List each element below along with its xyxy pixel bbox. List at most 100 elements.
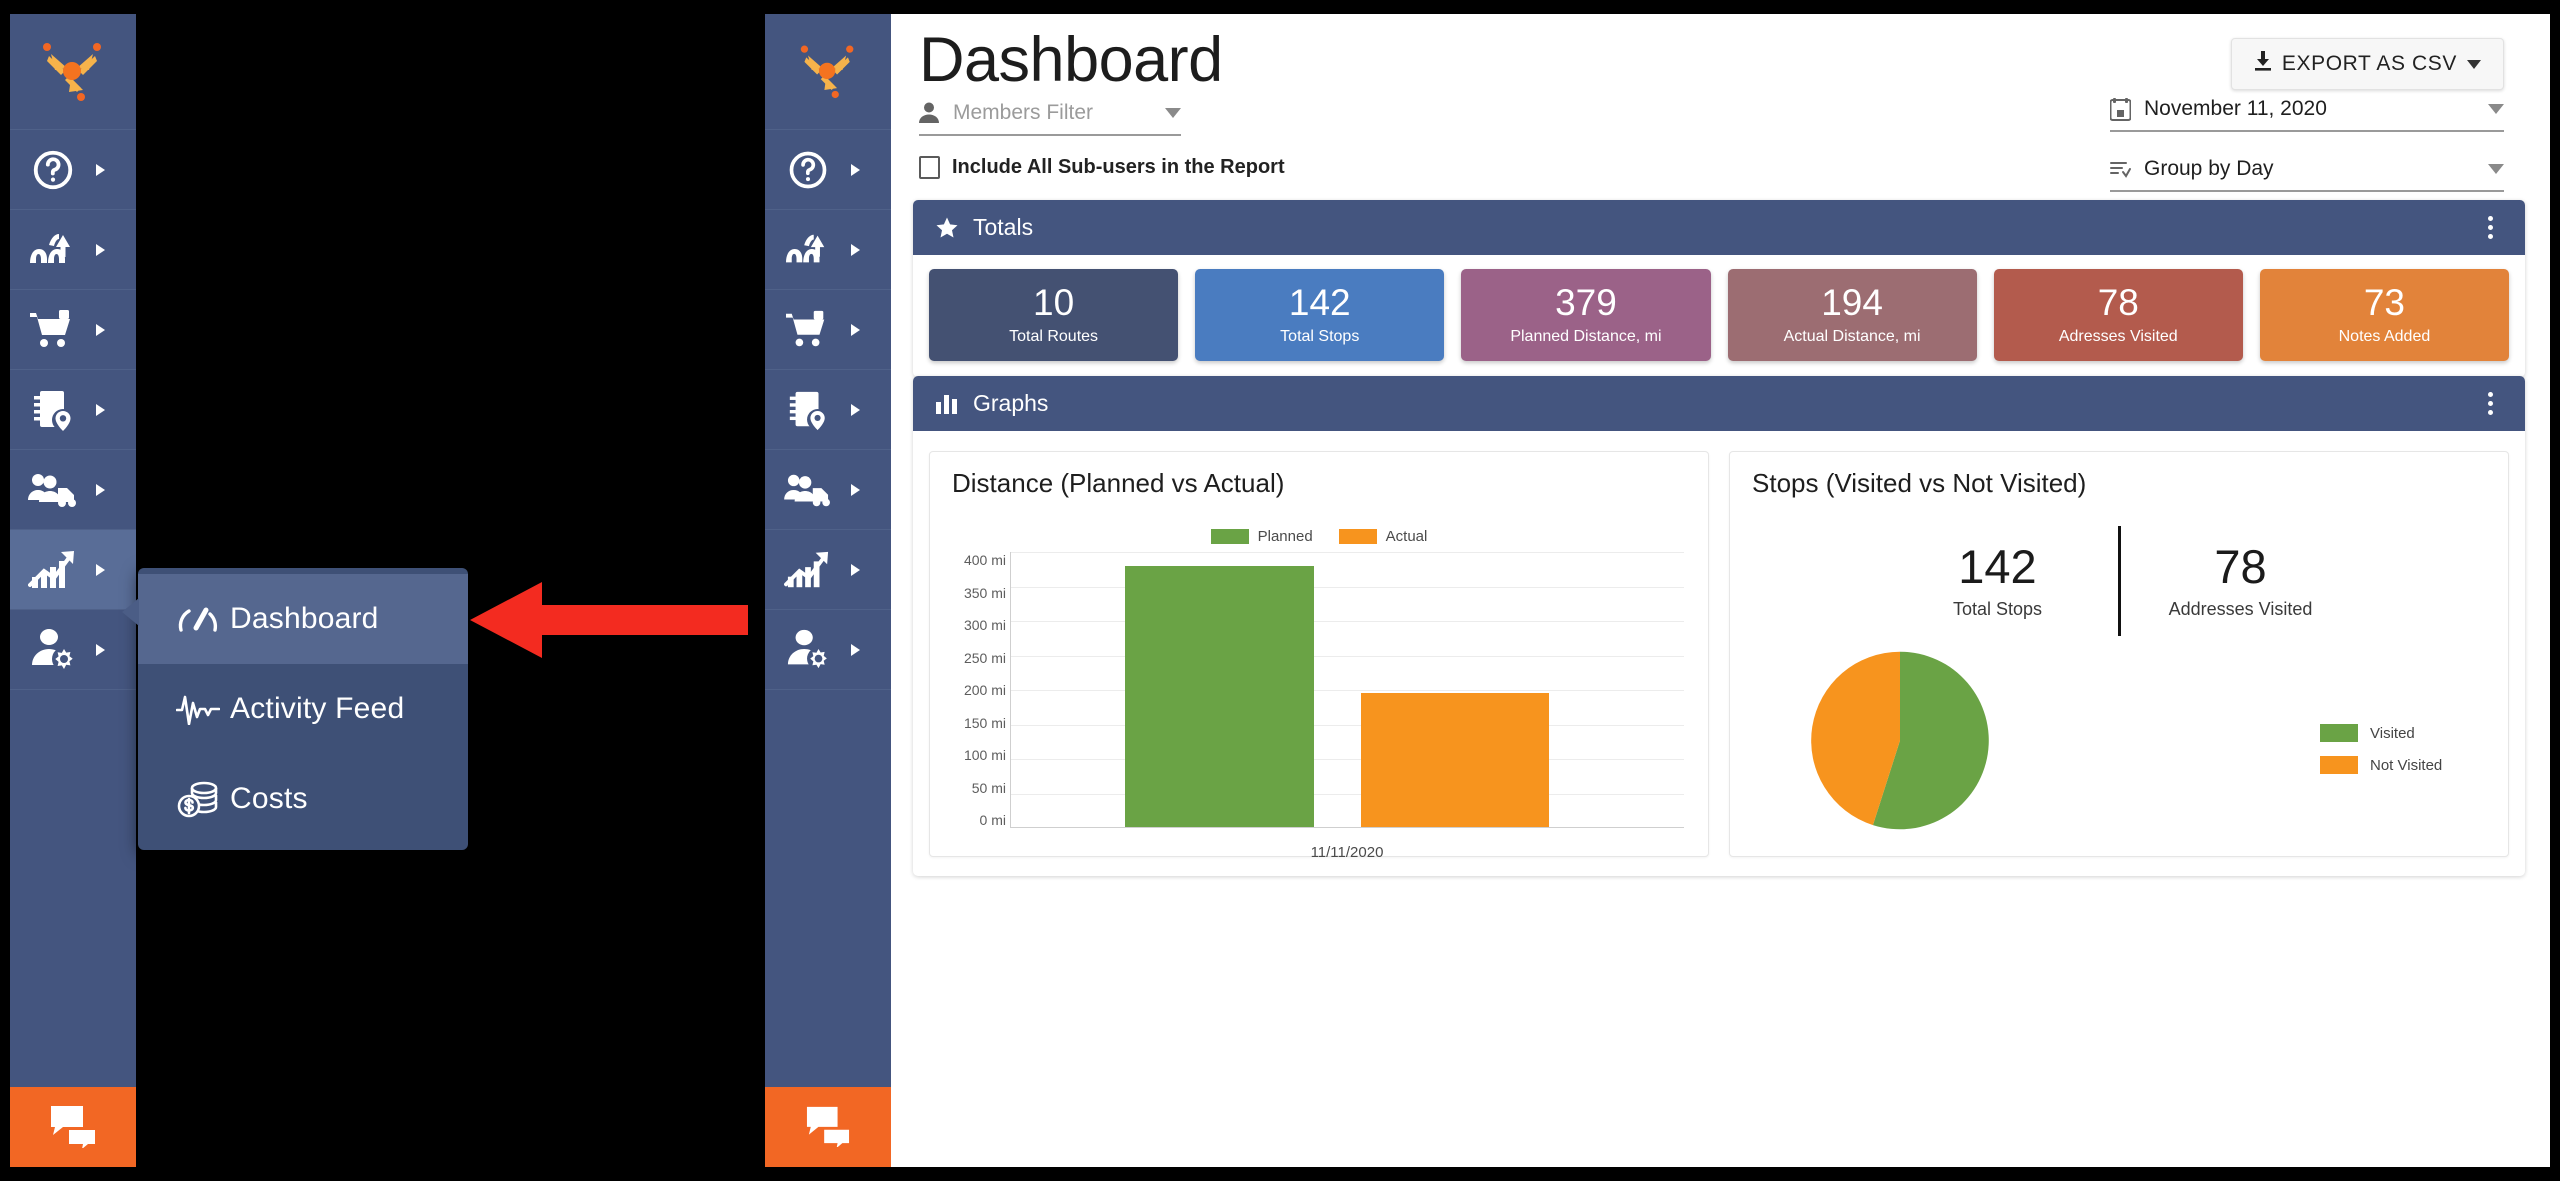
sidebar2-item-address-book[interactable] bbox=[765, 370, 891, 450]
totals-panel-body: 10 Total Routes 142 Total Stops 379 Plan… bbox=[913, 255, 2525, 377]
y-axis-labels: 400 mi 350 mi 300 mi 250 mi 200 mi 150 m… bbox=[944, 552, 1006, 828]
sidebar-item-team-and-fleet[interactable] bbox=[10, 450, 136, 530]
frame-border-bottom bbox=[0, 1167, 2560, 1181]
include-subusers-checkbox[interactable] bbox=[919, 156, 940, 179]
export-as-csv-button[interactable]: EXPORT AS CSV bbox=[2230, 38, 2504, 90]
sidebar2-item-routes[interactable] bbox=[765, 210, 891, 290]
plot-area bbox=[1010, 552, 1684, 828]
y-tick: 400 mi bbox=[963, 552, 1006, 568]
bar-chart-icon bbox=[935, 393, 959, 415]
chevron-right-icon bbox=[96, 563, 105, 576]
stat-card[interactable]: 379 Planned Distance, mi bbox=[1461, 269, 1711, 361]
include-subusers-row[interactable]: Include All Sub-users in the Report bbox=[919, 156, 1285, 179]
y-tick: 150 mi bbox=[963, 714, 1006, 731]
team-vehicle-icon bbox=[765, 469, 851, 511]
flyout-label: Activity Feed bbox=[230, 692, 405, 725]
include-subusers-label: Include All Sub-users in the Report bbox=[952, 156, 1285, 178]
pie-chart[interactable] bbox=[1800, 648, 2000, 838]
question-circle-icon bbox=[10, 147, 96, 193]
sidebar2-item-help[interactable] bbox=[765, 130, 891, 210]
chevron-right-icon bbox=[851, 563, 860, 576]
group-by-value: Group by Day bbox=[2144, 157, 2274, 180]
graphs-panel: Graphs Distance (Planned vs Actual) Plan… bbox=[913, 376, 2525, 876]
pulse-wave-icon bbox=[166, 693, 230, 725]
kpi-total-stops: 142 Total Stops bbox=[1878, 543, 2118, 620]
members-filter-select[interactable]: Members Filter bbox=[919, 92, 1181, 136]
kebab-menu-icon[interactable] bbox=[2478, 210, 2503, 245]
route-optimization-icon bbox=[10, 227, 96, 273]
chevron-right-icon bbox=[96, 163, 105, 176]
sidebar-item-routes[interactable] bbox=[10, 210, 136, 290]
sidebar2-item-account-settings[interactable] bbox=[765, 610, 891, 690]
stat-card[interactable]: 142 Total Stops bbox=[1195, 269, 1445, 361]
chevron-right-icon bbox=[96, 243, 105, 256]
gridline bbox=[1011, 724, 1684, 726]
sidebar-item-help[interactable] bbox=[10, 130, 136, 210]
sidebar-item-address-book[interactable] bbox=[10, 370, 136, 450]
chevron-right-icon bbox=[96, 643, 105, 656]
gridline bbox=[1011, 621, 1684, 622]
stat-card[interactable]: 78 Adresses Visited bbox=[1993, 269, 2243, 361]
legend-swatch bbox=[1210, 529, 1249, 544]
sidebar-item-account-settings[interactable] bbox=[10, 610, 136, 690]
sidebar2-item-reports[interactable] bbox=[765, 530, 891, 610]
speedometer-icon bbox=[166, 602, 230, 636]
sidebar2-spacer bbox=[765, 690, 891, 1087]
stat-value: 73 bbox=[2363, 282, 2406, 323]
frame-border-top bbox=[0, 0, 2560, 14]
chat-support-button[interactable] bbox=[10, 1087, 136, 1167]
graphs-panel-title: Graphs bbox=[973, 390, 1049, 416]
red-left-arrow bbox=[470, 578, 750, 668]
date-range-select[interactable]: November 11, 2020 bbox=[2110, 88, 2504, 132]
y-tick: 250 mi bbox=[963, 649, 1006, 666]
kebab-menu-icon[interactable] bbox=[2478, 386, 2503, 421]
chart-legend: Planned Actual bbox=[930, 528, 1708, 545]
stat-label: Planned Distance, mi bbox=[1510, 328, 1662, 345]
chat-support-button-secondary[interactable] bbox=[765, 1087, 891, 1167]
stat-label: Notes Added bbox=[2338, 328, 2431, 345]
stat-value: 194 bbox=[1821, 282, 1883, 323]
chevron-right-icon bbox=[851, 643, 860, 656]
y-tick: 50 mi bbox=[971, 779, 1006, 796]
kpi-label: Total Stops bbox=[1952, 598, 2043, 619]
flyout-item-activity-feed[interactable]: Activity Feed bbox=[138, 664, 468, 754]
chevron-down-icon bbox=[1165, 108, 1181, 118]
reports-flyout-menu: Dashboard Activity Feed Costs bbox=[122, 568, 468, 850]
flyout-item-costs[interactable]: Costs bbox=[138, 754, 468, 844]
route4me-logo-secondary[interactable] bbox=[765, 10, 891, 130]
sidebar2-item-orders[interactable] bbox=[765, 290, 891, 370]
kpi-label: Addresses Visited bbox=[2168, 598, 2313, 619]
gridline bbox=[1011, 552, 1684, 553]
bar-actual[interactable] bbox=[1360, 693, 1550, 827]
kpi-row: 142 Total Stops 78 Addresses Visited bbox=[1730, 526, 2508, 636]
chevron-right-icon bbox=[851, 403, 860, 416]
flyout-item-dashboard[interactable]: Dashboard bbox=[138, 574, 468, 664]
stat-card[interactable]: 194 Actual Distance, mi bbox=[1727, 269, 1977, 361]
chevron-right-icon bbox=[851, 323, 860, 336]
route4me-logo[interactable] bbox=[10, 10, 136, 130]
y-tick: 100 mi bbox=[963, 747, 1006, 763]
totals-panel-header: Totals bbox=[913, 200, 2525, 255]
chart-title: Distance (Planned vs Actual) bbox=[952, 468, 1285, 498]
sidebar-item-reports[interactable] bbox=[10, 530, 136, 610]
stat-card[interactable]: 73 Notes Added bbox=[2259, 269, 2510, 361]
legend-entry: Visited bbox=[2320, 724, 2442, 742]
address-book-pin-icon bbox=[10, 387, 96, 433]
chart-title: Stops (Visited vs Not Visited) bbox=[1752, 468, 2087, 498]
pie-legend: Visited Not Visited bbox=[2320, 724, 2442, 774]
bar-chart-plot: 400 mi 350 mi 300 mi 250 mi 200 mi 150 m… bbox=[930, 552, 1708, 861]
export-button-label: EXPORT AS CSV bbox=[2281, 52, 2457, 75]
group-by-select[interactable]: Group by Day bbox=[2110, 148, 2504, 192]
legend-swatch bbox=[1338, 529, 1377, 544]
chevron-right-icon bbox=[96, 323, 105, 336]
sidebar2-item-team-and-fleet[interactable] bbox=[765, 450, 891, 530]
bar-planned[interactable] bbox=[1125, 565, 1314, 827]
chevron-right-icon bbox=[851, 163, 860, 176]
stat-card[interactable]: 10 Total Routes bbox=[929, 269, 1179, 361]
legend-entry: Actual bbox=[1338, 528, 1427, 545]
legend-swatch bbox=[2320, 724, 2358, 742]
sidebar-item-orders[interactable] bbox=[10, 290, 136, 370]
user-gear-icon bbox=[765, 628, 851, 672]
legend-entry: Planned bbox=[1210, 528, 1313, 545]
